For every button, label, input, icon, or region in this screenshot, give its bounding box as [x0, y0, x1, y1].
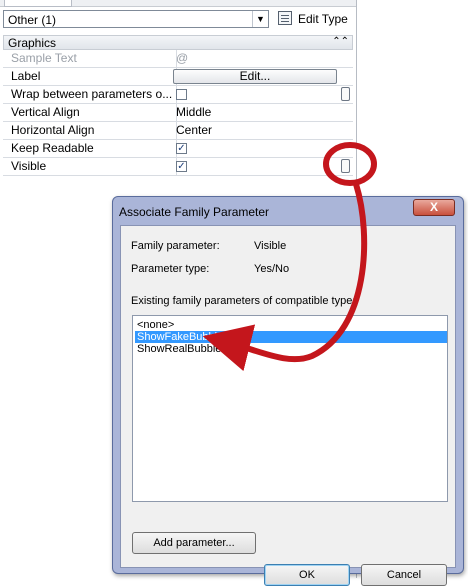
- property-row-vertical-align: Vertical Align Middle: [3, 104, 353, 122]
- edit-type-icon: [278, 11, 292, 25]
- edit-type-label: Edit Type: [298, 12, 348, 26]
- associate-family-parameter-dialog: Associate Family Parameter X Family para…: [112, 196, 464, 586]
- dialog-title: Associate Family Parameter: [119, 205, 270, 219]
- close-button[interactable]: X: [413, 199, 455, 216]
- property-name: Vertical Align: [3, 104, 177, 121]
- property-name: Label: [3, 68, 177, 85]
- type-selector-value: Other (1): [8, 13, 57, 27]
- list-item[interactable]: ShowRealBubble: [135, 343, 447, 355]
- chevron-down-icon[interactable]: ▼: [252, 11, 268, 27]
- type-selector-dropdown[interactable]: Other (1) ▼: [3, 10, 269, 28]
- property-value: @: [176, 51, 189, 65]
- property-name: Horizontal Align: [3, 122, 177, 139]
- existing-parameters-label: Existing family parameters of compatible…: [131, 295, 356, 307]
- panel-tab-strip: [0, 0, 356, 7]
- property-row-visible: Visible ✓: [3, 158, 353, 176]
- property-row-horizontal-align: Horizontal Align Center: [3, 122, 353, 140]
- dialog-client-area: Family parameter: Visible Parameter type…: [120, 225, 456, 586]
- property-row-sample-text: Sample Text @: [3, 50, 353, 68]
- property-name: Visible: [3, 158, 177, 175]
- property-value[interactable]: Middle: [173, 104, 339, 121]
- parameter-type-value: Yes/No: [254, 263, 290, 275]
- edit-type-button[interactable]: Edit Type: [276, 9, 354, 29]
- property-link-cell: [339, 158, 353, 175]
- list-item[interactable]: <none>: [135, 319, 447, 331]
- panel-tab[interactable]: [4, 0, 72, 7]
- group-title: Graphics: [8, 36, 57, 50]
- property-value-cell: ✓: [173, 140, 339, 157]
- property-value[interactable]: Center: [173, 122, 339, 139]
- group-header-graphics[interactable]: Graphics ⌃⌃: [3, 35, 353, 50]
- property-row-wrap: Wrap between parameters o...: [3, 86, 353, 104]
- parameter-type-label: Parameter type:: [131, 263, 210, 275]
- wrap-checkbox[interactable]: [176, 89, 187, 100]
- associate-parameter-button-visible[interactable]: [341, 159, 350, 173]
- add-parameter-button[interactable]: Add parameter...: [132, 532, 256, 554]
- property-value-cell: [173, 86, 339, 103]
- property-value-cell: Edit...: [173, 68, 339, 85]
- keep-readable-checkbox[interactable]: ✓: [176, 143, 187, 154]
- property-name: Wrap between parameters o...: [3, 86, 177, 103]
- property-row-label: Label Edit...: [3, 68, 353, 86]
- family-parameter-label: Family parameter:: [131, 240, 220, 252]
- associate-parameter-button[interactable]: [341, 87, 350, 101]
- property-name: Keep Readable: [3, 140, 177, 157]
- property-value-cell: ✓: [173, 158, 339, 175]
- ok-button[interactable]: OK: [264, 564, 350, 586]
- collapse-icon[interactable]: ⌃⌃: [332, 36, 349, 47]
- property-name: Sample Text: [3, 50, 177, 67]
- property-grid: Graphics ⌃⌃ Sample Text @ Label Edit... …: [3, 35, 353, 176]
- property-row-keep-readable: Keep Readable ✓: [3, 140, 353, 158]
- property-link-cell: [339, 86, 353, 103]
- parameter-list[interactable]: <none> ShowFakeBubble ShowRealBubble: [132, 315, 448, 502]
- family-parameter-value: Visible: [254, 240, 287, 252]
- visible-checkbox[interactable]: ✓: [176, 161, 187, 172]
- list-item-selected[interactable]: ShowFakeBubble: [135, 331, 447, 343]
- label-edit-button[interactable]: Edit...: [173, 69, 337, 84]
- cancel-button[interactable]: Cancel: [361, 564, 447, 586]
